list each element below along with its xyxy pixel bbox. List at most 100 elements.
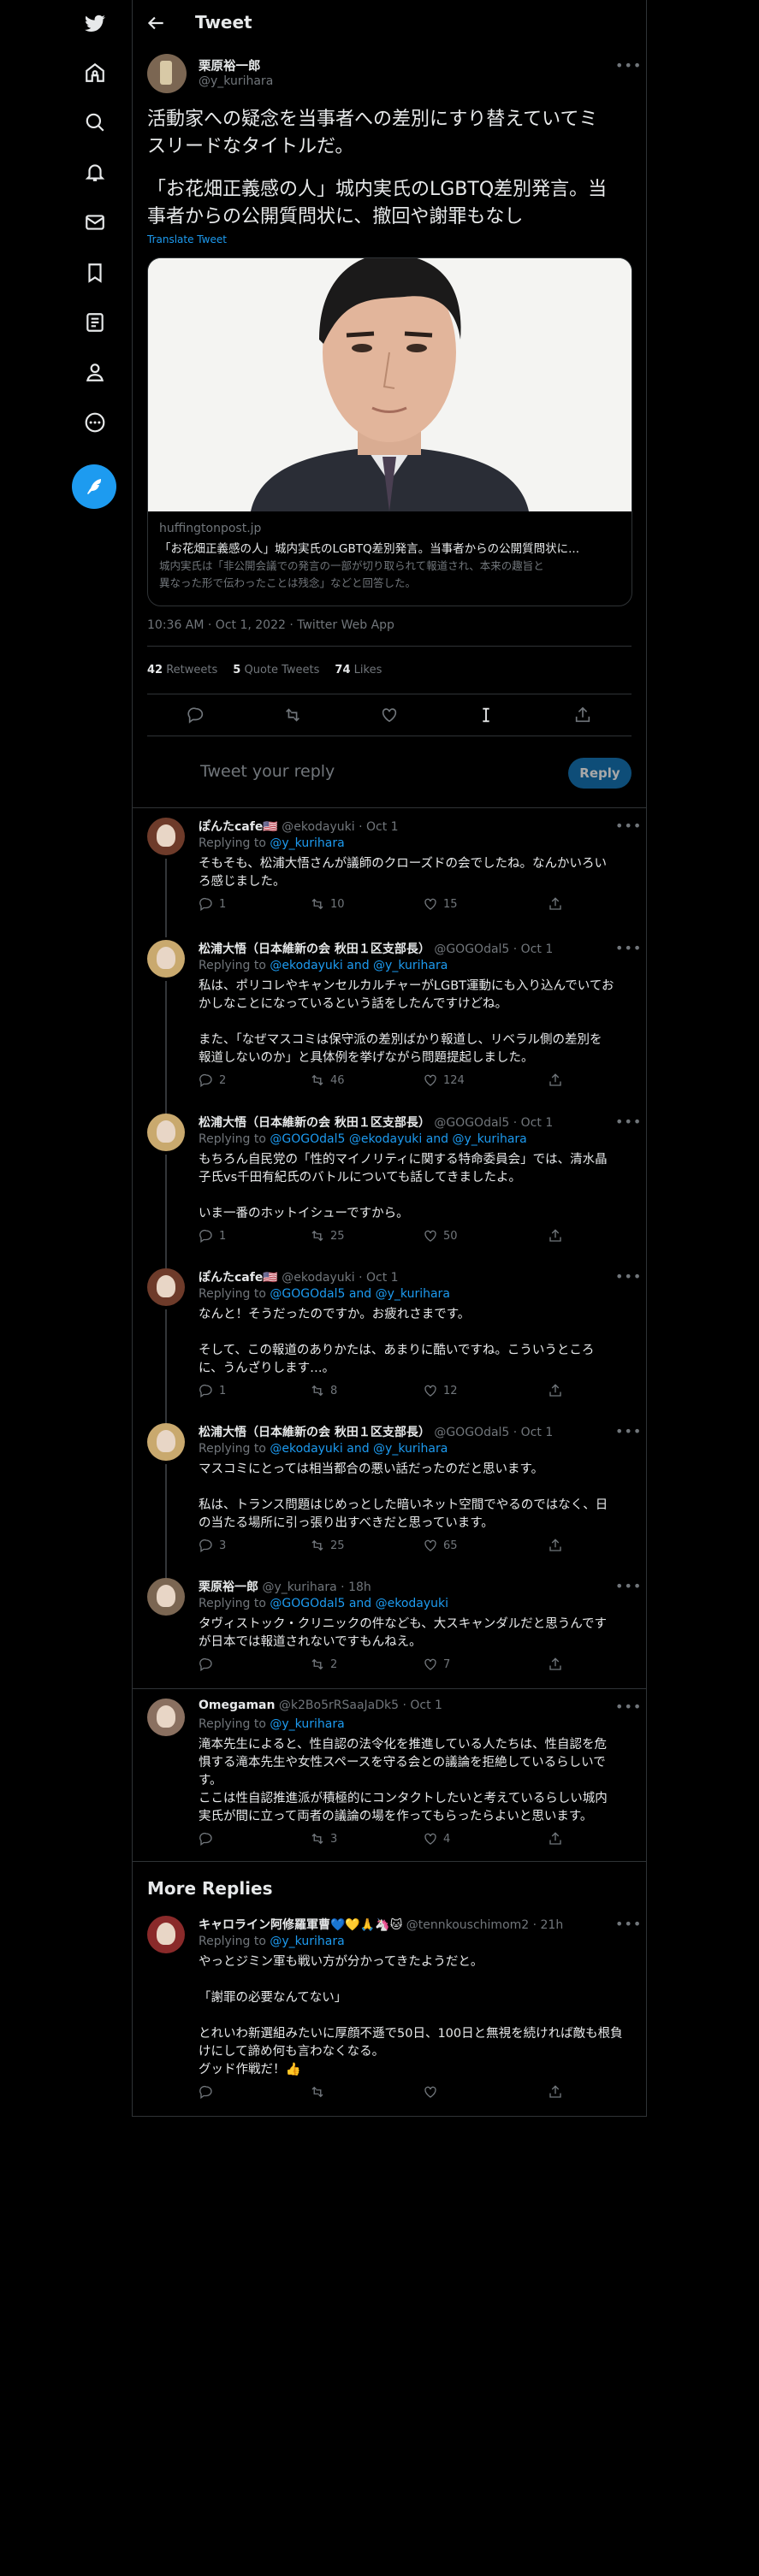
reply-author-name[interactable]: 松浦大悟（日本維新の会 秋田１区支部長） — [199, 1116, 430, 1130]
share-action[interactable] — [548, 896, 563, 912]
avatar[interactable] — [147, 1916, 185, 1953]
more-options-icon[interactable]: ••• — [615, 940, 642, 956]
reply-author-name[interactable]: Omegaman — [199, 1699, 275, 1712]
reply-author-handle[interactable]: @GOGOdal5 · Oct 1 — [434, 942, 553, 956]
share-action[interactable] — [548, 2084, 563, 2100]
avatar[interactable] — [147, 940, 185, 978]
author-name[interactable]: 栗原裕一郎 — [199, 56, 261, 74]
reply-author-handle[interactable]: @tennkouschimom2 · 21h — [406, 1918, 563, 1932]
link-card[interactable]: huffingtonpost.jp 「お花畑正義感の人」城内実氏のLGBTQ差別… — [147, 257, 632, 606]
reply-author-name[interactable]: 栗原裕一郎 — [199, 1580, 258, 1594]
avatar[interactable] — [147, 1699, 185, 1736]
reply-author-name[interactable]: 松浦大悟（日本維新の会 秋田１区支部長） — [199, 942, 430, 956]
reply-author-handle[interactable]: @GOGOdal5 · Oct 1 — [434, 1116, 553, 1130]
reply-author-handle[interactable]: @k2Bo5rRSaaJaDk5 · Oct 1 — [279, 1699, 442, 1712]
reply-action[interactable] — [199, 2084, 219, 2100]
retweet-action[interactable] — [310, 2084, 330, 2100]
like-action[interactable]: 124 — [423, 1072, 465, 1088]
notifications-icon[interactable] — [78, 155, 112, 189]
like-action[interactable] — [423, 2084, 443, 2100]
like-action[interactable]: 12 — [423, 1383, 458, 1398]
like-action[interactable]: 50 — [423, 1228, 458, 1244]
replying-to-mentions[interactable]: @GOGOdal5 and @ekodayuki — [270, 1597, 448, 1610]
retweet-action[interactable]: 46 — [310, 1072, 345, 1088]
like-action[interactable]: 65 — [423, 1538, 458, 1553]
reply-button[interactable]: Reply — [568, 758, 632, 789]
more-options-icon[interactable]: ••• — [615, 57, 642, 74]
reply-actions: 2 7 — [199, 1657, 626, 1675]
like-action[interactable]: 15 — [423, 896, 458, 912]
more-options-icon[interactable]: ••• — [615, 1699, 642, 1715]
share-action[interactable] — [548, 1538, 563, 1553]
avatar[interactable] — [147, 1114, 185, 1151]
retweet-action[interactable]: 2 — [310, 1657, 337, 1672]
reply-action[interactable]: 2 — [199, 1072, 226, 1088]
share-action[interactable] — [548, 1072, 563, 1088]
more-options-icon[interactable]: ••• — [615, 1916, 642, 1932]
tweet-timestamp[interactable]: 10:36 AM · Oct 1, 2022 · Twitter Web App — [147, 618, 394, 632]
replying-to-mentions[interactable]: @ekodayuki and @y_kurihara — [270, 959, 448, 972]
more-options-icon[interactable]: ••• — [615, 818, 642, 834]
twitter-logo-icon[interactable] — [78, 7, 112, 41]
reply-author-handle[interactable]: @y_kurihara · 18h — [262, 1580, 371, 1594]
retweet-action[interactable]: 8 — [310, 1383, 337, 1398]
translate-tweet-link[interactable]: Translate Tweet — [147, 233, 227, 245]
avatar[interactable] — [147, 1423, 185, 1461]
reply-input[interactable]: Tweet your reply — [200, 762, 335, 781]
avatar[interactable] — [147, 818, 185, 855]
retweet-action[interactable]: 10 — [310, 896, 345, 912]
quotes-stat[interactable]: 5 Quote Tweets — [233, 664, 319, 676]
avatar[interactable] — [147, 54, 187, 93]
replying-to-mentions[interactable]: @ekodayuki and @y_kurihara — [270, 1442, 448, 1456]
reply-author-name[interactable]: ぽんたcafe🇺🇸 — [199, 1271, 278, 1285]
reply-author-name[interactable]: 松浦大悟（日本維新の会 秋田１区支部長） — [199, 1426, 430, 1439]
bookmarks-icon[interactable] — [78, 256, 112, 290]
messages-icon[interactable] — [78, 205, 112, 239]
likes-stat[interactable]: 74 Likes — [335, 664, 382, 676]
replying-to-mentions[interactable]: @y_kurihara — [270, 1935, 344, 1948]
share-action[interactable] — [548, 1383, 563, 1398]
more-options-icon[interactable]: ••• — [615, 1114, 642, 1130]
more-options-icon[interactable]: ••• — [615, 1423, 642, 1439]
retweet-icon[interactable] — [283, 706, 302, 724]
replying-to-mentions[interactable]: @GOGOdal5 @ekodayuki and @y_kurihara — [270, 1132, 526, 1146]
reply-action[interactable]: 1 — [199, 896, 226, 912]
reply-action[interactable]: 1 — [199, 1228, 226, 1244]
like-icon[interactable] — [380, 706, 399, 724]
reply-icon[interactable] — [187, 706, 205, 724]
like-action[interactable]: 7 — [423, 1657, 450, 1672]
more-options-icon[interactable]: ••• — [615, 1578, 642, 1594]
reply-action[interactable]: 3 — [199, 1538, 226, 1553]
reply-author-handle[interactable]: @ekodayuki · Oct 1 — [282, 1271, 398, 1285]
like-action[interactable]: 4 — [423, 1831, 450, 1846]
reply-author-handle[interactable]: @GOGOdal5 · Oct 1 — [434, 1426, 553, 1439]
reply-author-name[interactable]: ぽんたcafe🇺🇸 — [199, 820, 278, 834]
retweets-stat[interactable]: 42 Retweets — [147, 664, 217, 676]
home-icon[interactable] — [78, 56, 112, 90]
retweet-action[interactable]: 25 — [310, 1538, 345, 1553]
profile-icon[interactable] — [78, 355, 112, 389]
explore-icon[interactable] — [78, 105, 112, 139]
more-icon[interactable] — [78, 405, 112, 440]
reply-action[interactable]: 1 — [199, 1383, 226, 1398]
reply-author-name[interactable]: キャロライン阿修羅軍曹💙💛🙏🦄🐱 — [199, 1918, 402, 1932]
reply-author-handle[interactable]: @ekodayuki · Oct 1 — [282, 820, 398, 834]
share-action[interactable] — [548, 1657, 563, 1672]
replying-to-mentions[interactable]: @y_kurihara — [270, 1717, 344, 1731]
share-action[interactable] — [548, 1228, 563, 1244]
avatar[interactable] — [147, 1268, 185, 1306]
avatar[interactable] — [147, 1578, 185, 1616]
reply-action[interactable] — [199, 1657, 219, 1672]
lists-icon[interactable] — [78, 305, 112, 340]
back-arrow-icon[interactable] — [145, 12, 167, 34]
retweet-action[interactable]: 3 — [310, 1831, 337, 1846]
share-icon[interactable] — [573, 706, 592, 724]
share-action[interactable] — [548, 1831, 563, 1846]
author-handle[interactable]: @y_kurihara — [199, 74, 273, 88]
more-options-icon[interactable]: ••• — [615, 1268, 642, 1285]
retweet-action[interactable]: 25 — [310, 1228, 345, 1244]
replying-to-mentions[interactable]: @y_kurihara — [270, 836, 344, 850]
reply-action[interactable] — [199, 1831, 219, 1846]
replying-to-mentions[interactable]: @GOGOdal5 and @y_kurihara — [270, 1287, 450, 1301]
compose-tweet-button[interactable] — [72, 464, 116, 509]
